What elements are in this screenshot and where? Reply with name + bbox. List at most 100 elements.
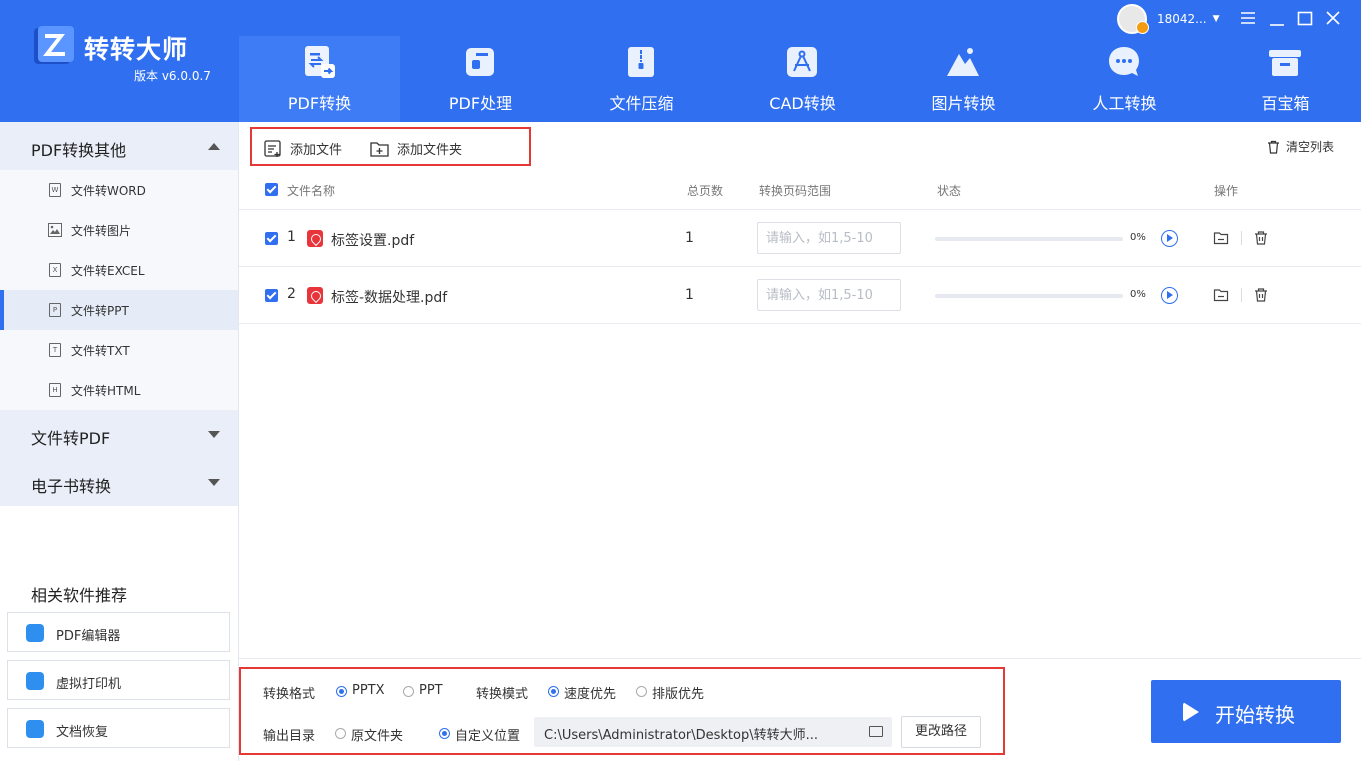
pdf-convert-icon [305,46,335,78]
output-custom-radio[interactable] [439,728,450,739]
mode-speed-radio[interactable] [548,686,559,697]
ppt-file-icon: P [49,303,61,317]
row-checkbox[interactable] [265,289,278,302]
add-file-button[interactable]: 添加文件 [264,139,342,158]
nav-tab-pdf-convert[interactable]: PDF转换 [239,36,400,122]
row-index: 2 [287,286,296,302]
clear-list-label: 清空列表 [1286,140,1335,154]
section-label: PDF转换其他 [31,141,127,160]
txt-file-icon: T [49,343,61,357]
output-original-radio[interactable] [335,728,346,739]
start-convert-label: 开始转换 [1215,703,1295,727]
nav-tab-toolbox[interactable]: 百宝箱 [1205,36,1361,122]
select-all-checkbox[interactable] [265,183,278,196]
output-label: 输出目录 [263,729,316,744]
page-range-input[interactable] [757,222,901,254]
format-label: 转换格式 [263,687,316,702]
cad-convert-icon [787,47,817,77]
folder-open-icon[interactable] [1213,287,1229,303]
nav-tab-pdf-process[interactable]: PDF处理 [400,36,561,122]
folder-open-icon[interactable] [1213,230,1229,246]
pdf-process-icon [466,48,494,76]
chat-bubble-icon [1109,47,1139,76]
add-file-icon [264,139,281,157]
minimize-icon[interactable] [1268,8,1286,28]
recommend-label: 文档恢复 [56,725,109,740]
nav-tab-manual-convert[interactable]: 人工转换 [1044,36,1205,122]
sidebar-item-to-ppt[interactable]: P 文件转PPT [0,290,238,330]
sidebar-item-to-txt[interactable]: T 文件转TXT [0,330,238,370]
format-pptx-radio[interactable] [336,686,347,697]
pdf-editor-icon [26,624,44,642]
nav-tab-cad-convert[interactable]: CAD转换 [722,36,883,122]
table-row: 1 标签设置.pdf 1 0% [239,210,1361,267]
menu-icon[interactable] [1239,8,1257,28]
column-header-status: 状态 [937,184,962,198]
folder-icon[interactable] [869,726,883,737]
sidebar-item-to-excel[interactable]: X 文件转EXCEL [0,250,238,290]
recommend-label: 虚拟打印机 [56,677,122,692]
mode-layout-radio[interactable] [636,686,647,697]
column-header-name: 文件名称 [287,184,336,198]
chevron-up-icon [208,143,220,150]
play-icon[interactable] [1161,230,1178,247]
progress-percent: 0% [1130,232,1146,243]
main-nav: PDF转换 PDF处理 文件压缩 CAD转换 图片转换 人工转换 百宝箱 [239,36,1361,122]
sidebar-item-to-word[interactable]: W 文件转WORD [0,170,238,210]
change-path-button[interactable]: 更改路径 [901,716,981,748]
output-original-label[interactable]: 原文件夹 [351,725,403,744]
add-folder-button[interactable]: 添加文件夹 [370,139,462,158]
toolbar-highlight-box: 添加文件 添加文件夹 [250,127,531,166]
recommend-doc-recovery-button[interactable]: 文档恢复 [7,708,230,748]
nav-tab-label: 百宝箱 [1261,94,1310,113]
file-name: 标签-数据处理.pdf [331,290,448,306]
sidebar-item-label: 文件转PPT [71,304,129,318]
nav-tab-image-convert[interactable]: 图片转换 [883,36,1044,122]
nav-tab-label: 文件压缩 [609,94,674,113]
section-label: 文件转PDF [31,429,111,448]
recommend-pdf-editor-button[interactable]: PDF编辑器 [7,612,230,652]
row-checkbox[interactable] [265,232,278,245]
output-path-field[interactable]: C:\Users\Administrator\Desktop\转转大师... [534,717,892,747]
play-icon [1183,702,1199,722]
close-icon[interactable] [1324,8,1342,28]
nav-tab-label: PDF转换 [287,94,352,113]
page-range-input[interactable] [757,279,901,311]
sidebar: PDF转换其他 W 文件转WORD 文件转图片 X 文件转EXCEL P 文件转… [0,122,239,761]
sidebar-item-to-image[interactable]: 文件转图片 [0,210,238,250]
sidebar-item-to-html[interactable]: H 文件转HTML [0,370,238,410]
recommend-virtual-printer-button[interactable]: 虚拟打印机 [7,660,230,700]
add-file-label: 添加文件 [290,143,343,158]
mode-speed-label[interactable]: 速度优先 [564,683,616,702]
mode-layout-label[interactable]: 排版优先 [652,683,704,702]
start-convert-button[interactable]: 开始转换 [1151,680,1341,743]
sidebar-item-label: 文件转WORD [71,184,146,198]
mode-label: 转换模式 [476,687,529,702]
play-icon[interactable] [1161,287,1178,304]
sidebar-sub-list: W 文件转WORD 文件转图片 X 文件转EXCEL P 文件转PPT T 文件… [0,170,238,410]
output-custom-label[interactable]: 自定义位置 [455,725,520,744]
clear-list-button[interactable]: 清空列表 [1267,138,1334,155]
file-name: 标签设置.pdf [331,233,415,249]
delete-icon[interactable] [1253,287,1269,303]
chevron-down-icon [208,431,220,438]
delete-icon[interactable] [1253,230,1269,246]
sidebar-section-ebook[interactable]: 电子书转换 [0,458,238,506]
app-name: 转转大师 [84,35,189,64]
format-pptx-label[interactable]: PPTX [352,683,385,698]
sidebar-item-label: 文件转图片 [71,224,132,238]
maximize-icon[interactable] [1296,8,1314,28]
chevron-down-icon[interactable]: ▼ [1213,14,1220,24]
row-index: 1 [287,229,296,245]
avatar[interactable] [1117,4,1149,34]
format-ppt-label[interactable]: PPT [419,683,443,698]
user-account[interactable]: 18042... ▼ [1117,4,1220,34]
format-ppt-radio[interactable] [403,686,414,697]
app-header: 转转大师 版本 v6.0.0.7 PDF转换 PDF处理 文件压缩 CAD转换 … [0,0,1361,122]
nav-tab-file-compress[interactable]: 文件压缩 [561,36,722,122]
sidebar-section-file-to-pdf[interactable]: 文件转PDF [0,410,238,458]
column-header-range: 转换页码范围 [759,184,832,198]
virtual-printer-icon [26,672,44,690]
divider [1241,288,1242,302]
sidebar-section-pdf-other[interactable]: PDF转换其他 [0,122,238,170]
